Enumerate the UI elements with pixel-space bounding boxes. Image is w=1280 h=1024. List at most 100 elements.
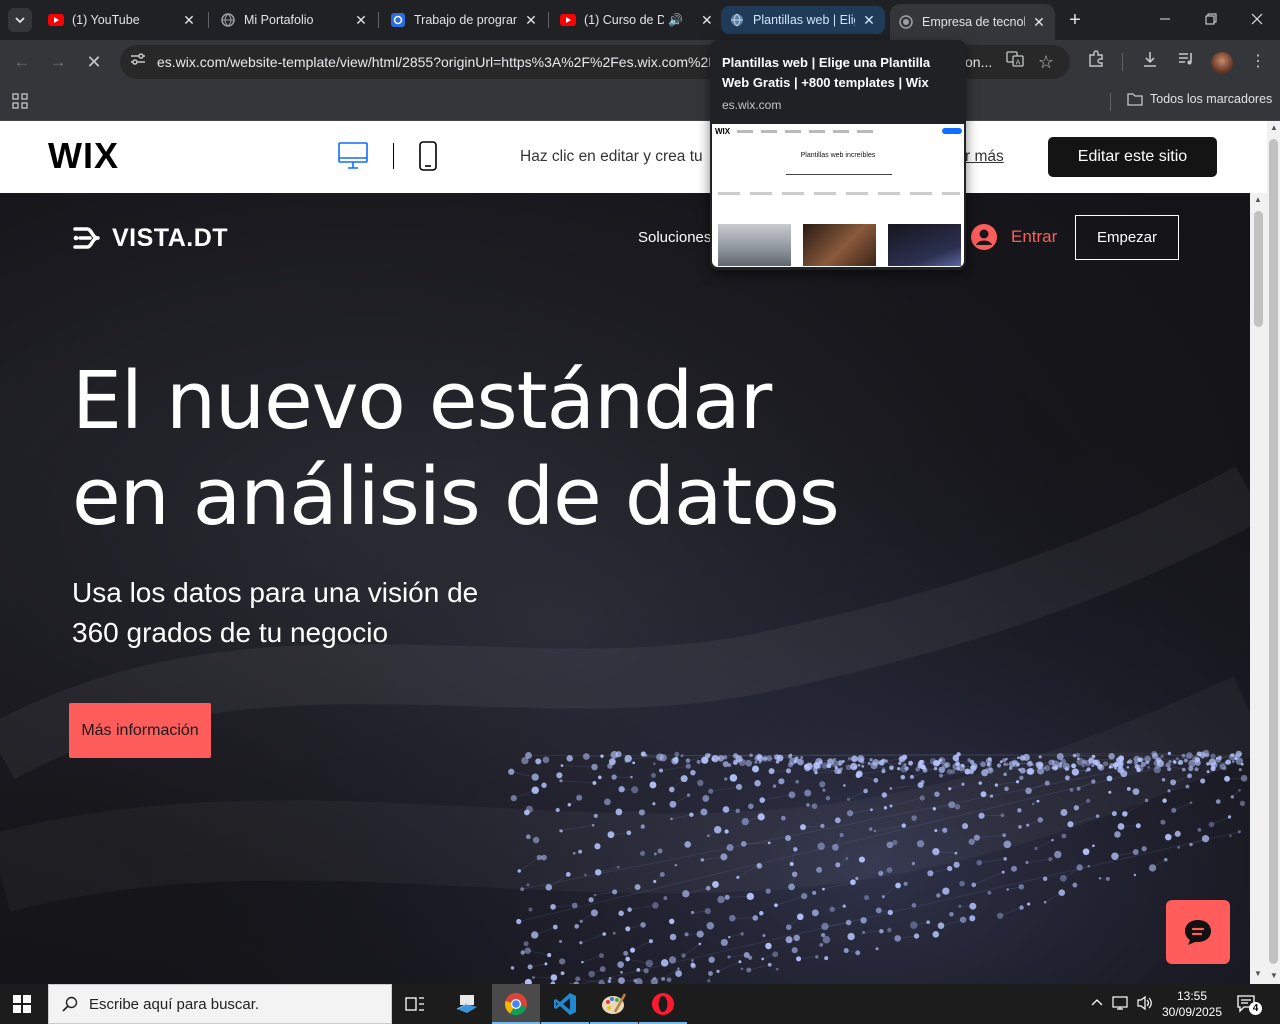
particle-dot: [745, 759, 753, 767]
scroll-up-arrow[interactable]: ▲: [1270, 123, 1278, 132]
particle-dot: [735, 808, 741, 814]
particle-dot: [720, 853, 728, 861]
speaker-icon[interactable]: 🔊: [668, 13, 683, 27]
brand-logo[interactable]: VISTA.DT: [72, 223, 228, 253]
particle-dot: [1071, 763, 1076, 769]
back-button[interactable]: ←: [10, 50, 34, 74]
mobile-view-icon[interactable]: [418, 140, 438, 177]
tab-plantillas[interactable]: Plantillas web | Elig ✕: [721, 6, 885, 34]
minimize-icon: [1160, 18, 1170, 20]
particle-dot: [615, 808, 623, 816]
media-control-icon[interactable]: [1174, 50, 1198, 74]
scroll-thumb[interactable]: [1269, 139, 1278, 964]
learn-more-link[interactable]: r más: [965, 148, 1004, 166]
tab-search-button[interactable]: [8, 8, 32, 32]
show-hidden-icons[interactable]: [1090, 995, 1104, 1012]
extensions-icon[interactable]: [1084, 50, 1108, 74]
close-window-button[interactable]: [1245, 8, 1269, 32]
particle-dot: [887, 927, 892, 933]
particle-dot: [806, 803, 810, 807]
particle-dot: [634, 884, 641, 891]
task-view-icon[interactable]: [405, 995, 425, 1018]
start-button[interactable]: [12, 994, 32, 1019]
particle-dot: [867, 761, 871, 765]
tab-youtube[interactable]: (1) YouTube ✕: [40, 0, 205, 40]
particle-dot: [1189, 842, 1193, 847]
brand-name: VISTA.DT: [112, 223, 229, 252]
restore-button[interactable]: [1199, 8, 1223, 32]
nav-soluciones[interactable]: Soluciones: [638, 229, 711, 246]
forward-button[interactable]: →: [46, 50, 70, 74]
file-explorer-icon[interactable]: [455, 993, 479, 1020]
stop-loading-button[interactable]: ✕: [82, 50, 106, 74]
chat-button[interactable]: [1166, 900, 1230, 964]
translate-icon[interactable]: A: [1003, 50, 1027, 74]
close-icon[interactable]: ✕: [701, 12, 713, 29]
particle-dot: [649, 781, 657, 789]
particle-dot: [599, 966, 606, 973]
taskbar-search[interactable]: Escribe aquí para buscar.: [48, 984, 392, 1024]
tab-portafolio[interactable]: Mi Portafolio ✕: [212, 0, 377, 40]
scroll-up-arrow[interactable]: ▲: [1254, 195, 1262, 204]
tab-curso[interactable]: (1) Curso de D 🔊 ✕: [552, 0, 717, 40]
chrome-taskbar-button[interactable]: [492, 984, 540, 1024]
new-tab-button[interactable]: +: [1063, 8, 1087, 32]
tab-title: Trabajo de progran: [414, 13, 517, 27]
particle-dot: [696, 759, 701, 764]
clock-date: 30/09/2025: [1161, 1005, 1223, 1019]
edit-site-button[interactable]: Editar este sitio: [1048, 137, 1217, 177]
particle-dot: [819, 781, 826, 788]
particle-dot: [1152, 753, 1159, 760]
all-bookmarks-folder[interactable]: Todos los marcadores: [1127, 92, 1272, 106]
wix-bar-message: Haz clic en editar y crea tu: [520, 148, 703, 165]
more-info-button[interactable]: Más información: [69, 703, 211, 758]
particle-dot: [929, 758, 937, 765]
toolbar-divider: [1122, 53, 1123, 71]
tab-empresa[interactable]: Empresa de tecnol ✕: [890, 4, 1055, 40]
particle-dot: [937, 922, 945, 929]
close-icon[interactable]: ✕: [861, 12, 877, 29]
bookmark-star-icon[interactable]: ☆: [1034, 50, 1058, 74]
close-icon[interactable]: ✕: [1031, 14, 1047, 31]
page-scrollbar[interactable]: ▲ ▼: [1267, 121, 1280, 984]
download-icon[interactable]: [1138, 50, 1162, 74]
particle-dot: [659, 754, 667, 762]
particle-dot: [858, 856, 865, 863]
close-icon[interactable]: ✕: [523, 12, 539, 29]
wix-logo[interactable]: WIX: [48, 135, 119, 177]
vscode-taskbar-button[interactable]: [541, 984, 589, 1024]
site-info-icon[interactable]: [126, 50, 150, 74]
apps-grid-icon[interactable]: [12, 93, 28, 114]
site-scrollbar[interactable]: ▲ ▼: [1250, 193, 1267, 984]
particle-dot: [555, 807, 560, 813]
particle-dot: [1071, 768, 1080, 776]
particle-dot: [875, 947, 879, 951]
volume-icon[interactable]: [1136, 995, 1154, 1016]
desktop-view-icon[interactable]: [338, 141, 370, 176]
clock[interactable]: 13:55 30/09/2025: [1160, 988, 1224, 1020]
particle-dot: [1082, 848, 1090, 856]
scroll-down-arrow[interactable]: ▼: [1254, 969, 1262, 978]
network-icon[interactable]: [1112, 995, 1130, 1016]
more-menu-icon[interactable]: ⋮: [1246, 50, 1270, 74]
minimize-button[interactable]: [1153, 8, 1177, 32]
opera-taskbar-button[interactable]: [639, 984, 687, 1024]
browser-toolbar: ← → ✕ es.wix.com/website-template/view/h…: [0, 40, 1280, 84]
particle-dot: [781, 815, 786, 821]
particle-dot: [921, 765, 927, 770]
close-icon[interactable]: ✕: [181, 12, 197, 29]
particle-dot: [942, 887, 950, 895]
hovercard-title: Plantillas web | Elige una Plantilla Web…: [722, 55, 931, 90]
close-icon[interactable]: ✕: [353, 12, 369, 29]
particle-dot: [824, 956, 829, 961]
start-button[interactable]: Empezar: [1075, 215, 1179, 260]
avatar[interactable]: [1211, 52, 1233, 74]
paint-taskbar-button[interactable]: [590, 984, 638, 1024]
particle-dot: [720, 938, 728, 947]
scroll-down-arrow[interactable]: ▼: [1270, 971, 1278, 980]
particle-dot: [738, 960, 742, 964]
notification-center[interactable]: 4: [1236, 994, 1262, 1019]
scroll-thumb[interactable]: [1254, 211, 1263, 327]
tab-trabajo[interactable]: Trabajo de progran ✕: [382, 0, 547, 40]
login-link[interactable]: Entrar: [970, 223, 1057, 251]
